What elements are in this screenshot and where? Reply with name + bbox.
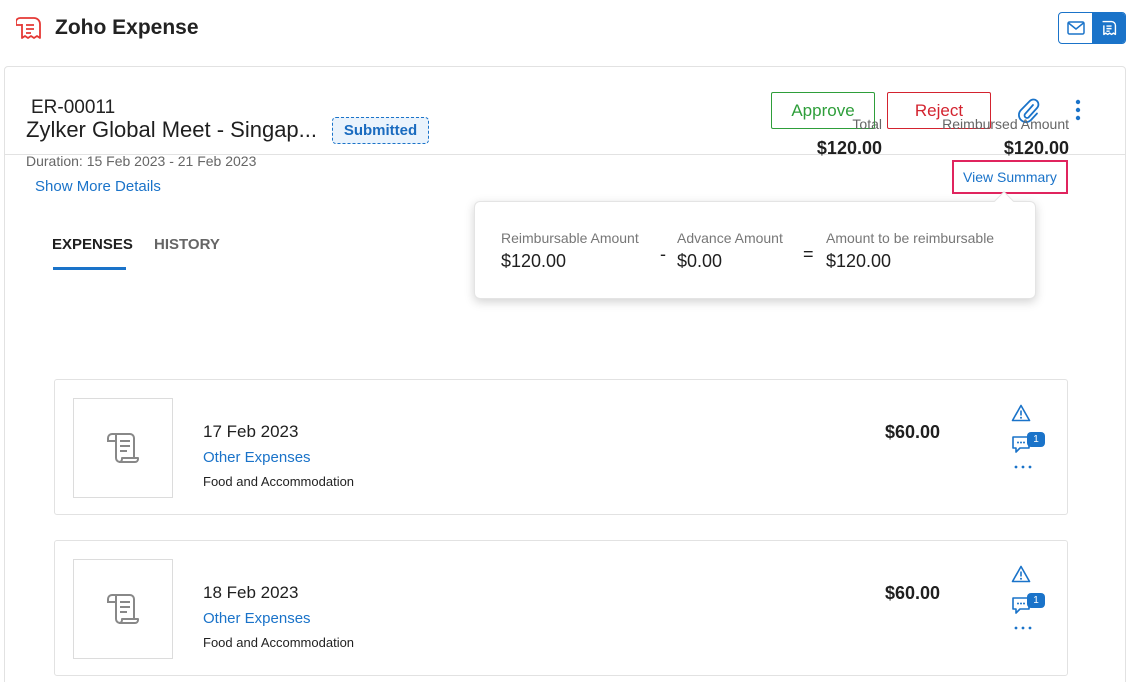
total-label: Total bbox=[852, 116, 882, 132]
warning-icon[interactable] bbox=[1011, 404, 1031, 422]
header-toggle-group bbox=[1058, 12, 1126, 44]
comment-count-badge: 1 bbox=[1027, 593, 1045, 608]
zoho-expense-icon bbox=[1102, 20, 1116, 36]
summary-popover: Reimbursable Amount $120.00 - Advance Am… bbox=[474, 201, 1036, 299]
reimbursable-amount-value: $120.00 bbox=[501, 251, 567, 271]
status-badge: Submitted bbox=[332, 117, 429, 144]
expense-amount: $60.00 bbox=[884, 583, 940, 603]
receipt-icon bbox=[107, 594, 139, 624]
active-tab-indicator bbox=[53, 267, 126, 270]
expense-category[interactable]: Other Expenses bbox=[203, 610, 311, 627]
equals-operator: = bbox=[803, 244, 814, 264]
view-summary-link[interactable]: View Summary bbox=[952, 160, 1068, 194]
receipt-icon bbox=[107, 433, 139, 463]
total-value: $120.00 bbox=[816, 138, 882, 158]
trip-duration: Duration: 15 Feb 2023 - 21 Feb 2023 bbox=[26, 153, 257, 169]
expense-date: 17 Feb 2023 bbox=[203, 422, 299, 441]
receipt-thumbnail[interactable] bbox=[73, 398, 173, 498]
app-header: Zoho Expense bbox=[0, 0, 1133, 60]
expense-item[interactable]: 17 Feb 2023 Other Expenses Food and Acco… bbox=[54, 379, 1068, 515]
expense-description: Food and Accommodation bbox=[203, 635, 355, 650]
expense-item[interactable]: 18 Feb 2023 Other Expenses Food and Acco… bbox=[54, 540, 1068, 676]
mail-icon bbox=[1066, 21, 1085, 35]
amount-to-reimburse: Amount to be reimbursable $120.00 bbox=[826, 230, 994, 272]
minus-operator: - bbox=[660, 244, 666, 264]
reimbursable-amount: Reimbursable Amount $120.00 bbox=[501, 230, 639, 272]
reimbursable-amount-label: Reimbursable Amount bbox=[501, 230, 639, 246]
trip-title: Zylker Global Meet - Singap... bbox=[26, 117, 318, 142]
expense-category[interactable]: Other Expenses bbox=[203, 449, 311, 466]
receipt-thumbnail[interactable] bbox=[73, 559, 173, 659]
comment-count-badge: 1 bbox=[1027, 432, 1045, 447]
expense-app-button[interactable] bbox=[1092, 13, 1125, 43]
show-more-details-link[interactable]: Show More Details bbox=[35, 178, 161, 195]
expense-amount: $60.00 bbox=[884, 422, 940, 442]
expense-description: Food and Accommodation bbox=[203, 474, 355, 489]
advance-amount-label: Advance Amount bbox=[677, 230, 783, 246]
more-vertical-icon[interactable] bbox=[1069, 97, 1087, 123]
expense-date: 18 Feb 2023 bbox=[203, 583, 299, 602]
reimbursed-amount-label: Reimbursed Amount bbox=[942, 116, 1069, 132]
reimbursed-amount-value: $120.00 bbox=[1003, 138, 1069, 158]
tab-expenses[interactable]: EXPENSES bbox=[52, 236, 133, 253]
zoho-expense-logo-icon bbox=[16, 17, 41, 39]
tab-history[interactable]: HISTORY bbox=[154, 236, 220, 253]
warning-icon[interactable] bbox=[1011, 565, 1031, 583]
more-horizontal-icon[interactable] bbox=[1012, 623, 1034, 633]
advance-amount-value: $0.00 bbox=[677, 251, 723, 271]
more-horizontal-icon[interactable] bbox=[1012, 462, 1034, 472]
advance-amount: Advance Amount $0.00 bbox=[677, 230, 783, 272]
app-title: Zoho Expense bbox=[55, 16, 199, 39]
amount-to-reimburse-label: Amount to be reimbursable bbox=[826, 230, 995, 246]
report-id: ER-00011 bbox=[31, 97, 116, 118]
amount-to-reimburse-value: $120.00 bbox=[826, 251, 892, 271]
mail-button[interactable] bbox=[1059, 13, 1092, 43]
